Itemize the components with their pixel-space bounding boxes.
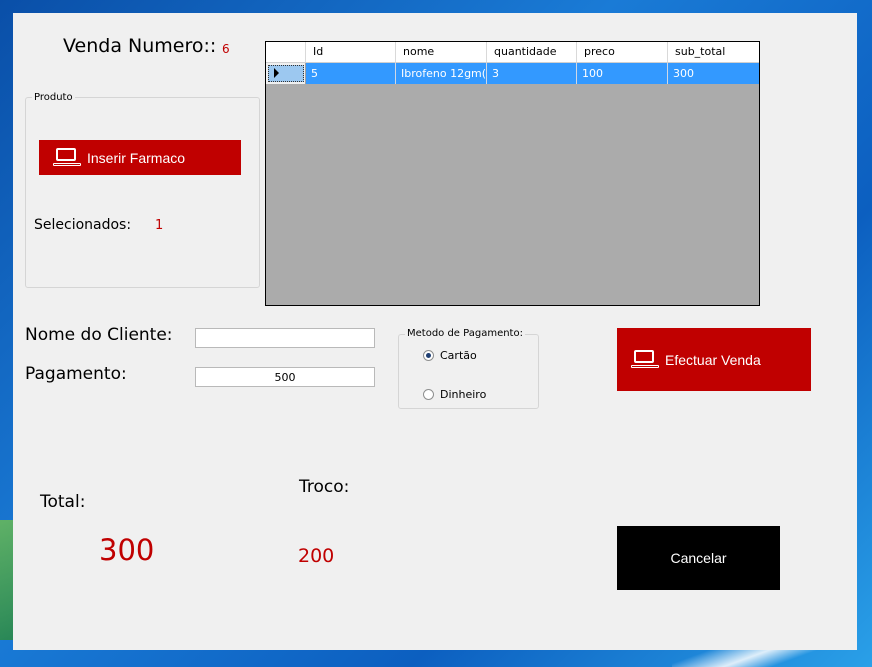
grid-header-row: Id nome quantidade preco sub_total [266, 42, 759, 63]
laptop-icon [631, 349, 659, 370]
troco-label: Troco: [299, 477, 350, 497]
grid-header-corner [266, 42, 306, 62]
venda-numero-label: Venda Numero:: [63, 35, 217, 57]
grid-cell-sub-total[interactable]: 300 [668, 63, 759, 84]
grid-cell-preco[interactable]: 100 [577, 63, 668, 84]
sales-form: Venda Numero:: 6 Produto Inserir Farmaco… [13, 13, 857, 650]
grid-column-header[interactable]: nome [396, 42, 487, 62]
grid-cell-nome[interactable]: Ibrofeno 12gm(... [396, 63, 487, 84]
radio-dinheiro[interactable]: Dinheiro [423, 388, 486, 401]
grid-cell-quantidade[interactable]: 3 [487, 63, 577, 84]
radio-cartao-label: Cartão [440, 349, 477, 362]
pagamento-input[interactable] [195, 367, 375, 387]
venda-numero-value: 6 [222, 42, 230, 56]
selecionados-label: Selecionados: [34, 217, 132, 233]
grid-column-header[interactable]: preco [577, 42, 668, 62]
radio-dinheiro-label: Dinheiro [440, 388, 487, 401]
total-label: Total: [40, 492, 86, 512]
sales-datagrid[interactable]: Id nome quantidade preco sub_total 5 Ibr… [265, 41, 760, 306]
metodo-pagamento-title: Metodo de Pagamento: [405, 328, 525, 339]
inserir-farmaco-button[interactable]: Inserir Farmaco [39, 140, 241, 175]
grid-column-header[interactable]: Id [306, 42, 396, 62]
selecionados-value: 1 [155, 218, 164, 233]
nome-cliente-input[interactable] [195, 328, 375, 348]
pagamento-label: Pagamento: [25, 364, 127, 384]
troco-value: 200 [298, 545, 335, 567]
radio-dinheiro-button[interactable] [423, 389, 434, 400]
efectuar-venda-label: Efectuar Venda [665, 351, 761, 368]
cancelar-button[interactable]: Cancelar [617, 526, 780, 590]
produto-groupbox [25, 97, 260, 288]
produto-group-title: Produto [32, 92, 75, 103]
radio-cartao[interactable]: Cartão [423, 349, 477, 362]
grid-cell-id[interactable]: 5 [306, 63, 396, 84]
nome-cliente-label: Nome do Cliente: [25, 325, 173, 345]
radio-cartao-button[interactable] [423, 350, 434, 361]
laptop-icon [53, 147, 81, 168]
grid-row-header[interactable] [266, 63, 306, 84]
inserir-farmaco-label: Inserir Farmaco [87, 149, 186, 166]
efectuar-venda-button[interactable]: Efectuar Venda [617, 328, 811, 391]
total-value: 300 [99, 533, 155, 567]
grid-column-header[interactable]: sub_total [668, 42, 759, 62]
grid-column-header[interactable]: quantidade [487, 42, 577, 62]
current-row-arrow-icon [274, 68, 279, 78]
table-row[interactable]: 5 Ibrofeno 12gm(... 3 100 300 [266, 63, 759, 84]
